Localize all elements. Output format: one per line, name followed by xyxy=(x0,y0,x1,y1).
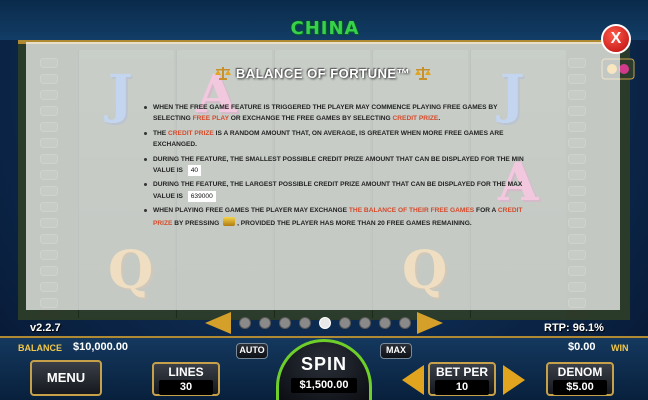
rule-text: When playing free games the player may e… xyxy=(153,207,348,215)
page-dot[interactable] xyxy=(399,317,411,329)
rule-highlight: Credit Prize xyxy=(392,115,439,123)
page-dot[interactable] xyxy=(359,317,371,329)
page-dot[interactable] xyxy=(279,317,291,329)
rule-item: When the free game feature is triggered … xyxy=(144,102,524,125)
scale-button-icon xyxy=(223,216,236,226)
rules-list: When the free game feature is triggered … xyxy=(144,102,524,232)
close-button[interactable]: X xyxy=(601,24,631,54)
bet-increase-arrow-icon[interactable] xyxy=(503,365,525,395)
bet-per-value: 10 xyxy=(435,380,489,395)
rule-text: or exchange the free games by selecting xyxy=(230,115,391,123)
balance-label: BALANCE xyxy=(18,343,62,353)
help-overlay: BALANCE OF FORTUNE™ When the free game f… xyxy=(26,42,620,310)
rule-item: When playing free games the player may e… xyxy=(144,205,524,229)
bet-per-button[interactable]: BET PER 10 xyxy=(428,362,496,396)
arrow-right-icon[interactable] xyxy=(417,312,443,334)
page-dot[interactable] xyxy=(339,317,351,329)
help-pager xyxy=(205,312,443,334)
rule-item: The Credit Prize is a random amount that… xyxy=(144,128,524,151)
lines-button[interactable]: LINES 30 xyxy=(152,362,220,396)
bet-decrease-arrow-icon[interactable] xyxy=(402,365,424,395)
rule-text: The xyxy=(153,129,167,137)
help-title-text: BALANCE OF FORTUNE™ xyxy=(235,66,411,81)
rule-text: by pressing xyxy=(174,219,220,227)
rule-highlight: The Balance of Their Free Games xyxy=(348,207,475,215)
rule-item: During the feature, the largest possible… xyxy=(144,179,524,203)
auto-button[interactable]: AUTO xyxy=(236,343,268,359)
close-icon: X xyxy=(610,30,622,47)
lines-value: 30 xyxy=(159,380,213,395)
win-value: $0.00 xyxy=(568,341,596,353)
game-logo: CHINA MYSTERY xyxy=(274,18,374,60)
spin-label: SPIN xyxy=(300,354,347,374)
page-dot[interactable] xyxy=(239,317,251,329)
rule-text: During the feature, the smallest possibl… xyxy=(153,155,524,175)
min-value: 40 xyxy=(187,165,202,177)
denom-button[interactable]: DENOM $5.00 xyxy=(546,362,614,396)
denom-value: $5.00 xyxy=(553,380,607,395)
arrow-left-icon[interactable] xyxy=(205,312,231,334)
page-dot[interactable] xyxy=(259,317,271,329)
menu-button[interactable]: MENU xyxy=(30,360,102,396)
rule-highlight: Free Play xyxy=(192,115,229,123)
page-dot[interactable] xyxy=(379,317,391,329)
balance-value: $10,000.00 xyxy=(73,341,129,353)
help-title: BALANCE OF FORTUNE™ xyxy=(26,66,620,81)
rule-text: . xyxy=(438,115,441,123)
rule-highlight: Credit Prize xyxy=(168,129,214,137)
top-banner: CHINA MYSTERY xyxy=(0,0,648,60)
rule-text: , provided the player has more than 20 f… xyxy=(237,219,472,227)
rule-item: During the feature, the smallest possibl… xyxy=(144,154,524,177)
rule-text: for a xyxy=(476,207,497,215)
win-label: WIN xyxy=(611,343,629,353)
version-label: v2.2.7 xyxy=(30,322,61,334)
scale-icon xyxy=(214,67,231,80)
denom-label: DENOM xyxy=(557,365,603,379)
game-window: CHINA MYSTERY xyxy=(0,0,648,400)
page-dot-active[interactable] xyxy=(319,317,331,329)
lines-label: LINES xyxy=(168,365,204,379)
scale-icon xyxy=(415,67,432,80)
spin-amount: $1,500.00 xyxy=(291,378,357,393)
bet-per-label: BET PER xyxy=(435,365,488,379)
max-button[interactable]: MAX xyxy=(380,343,412,359)
page-dot[interactable] xyxy=(299,317,311,329)
max-value: 639000 xyxy=(187,190,216,203)
rtp-label: RTP: 96.1% xyxy=(544,322,604,334)
